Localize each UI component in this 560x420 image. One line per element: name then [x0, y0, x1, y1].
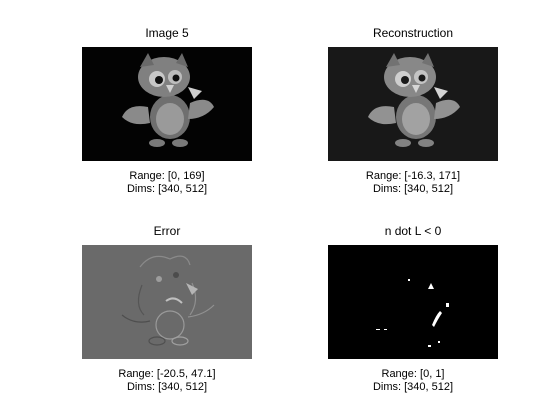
owl-photo: [82, 47, 252, 161]
range-label: Range: [0, 169]: [129, 170, 205, 182]
reconstruction-image: [328, 47, 498, 161]
range-label: Range: [-20.5, 47.1]: [118, 368, 216, 380]
panel-title: Image 5: [145, 26, 189, 40]
dims-label: Dims: [340, 512]: [126, 183, 208, 195]
range-label: Range: [0, 1]: [381, 368, 445, 380]
panel-title: Reconstruction: [372, 26, 454, 40]
mask-image: [328, 245, 498, 359]
owl-reconstruction: [328, 47, 498, 161]
panel-title: n dot L < 0: [384, 224, 442, 238]
range-label: Range: [-16.3, 171]: [365, 170, 461, 182]
error-image: [82, 245, 252, 359]
owl-image: [82, 47, 252, 161]
panel-title: Error: [153, 224, 181, 238]
dims-label: Dims: [340, 512]: [372, 183, 454, 195]
shadow-mask: [328, 245, 498, 359]
figure-window: Image 5 Range: [0, 169] Dims: [340, 512]…: [0, 0, 560, 420]
dims-label: Dims: [340, 512]: [372, 381, 454, 393]
dims-label: Dims: [340, 512]: [126, 381, 208, 393]
error-map: [82, 245, 252, 359]
